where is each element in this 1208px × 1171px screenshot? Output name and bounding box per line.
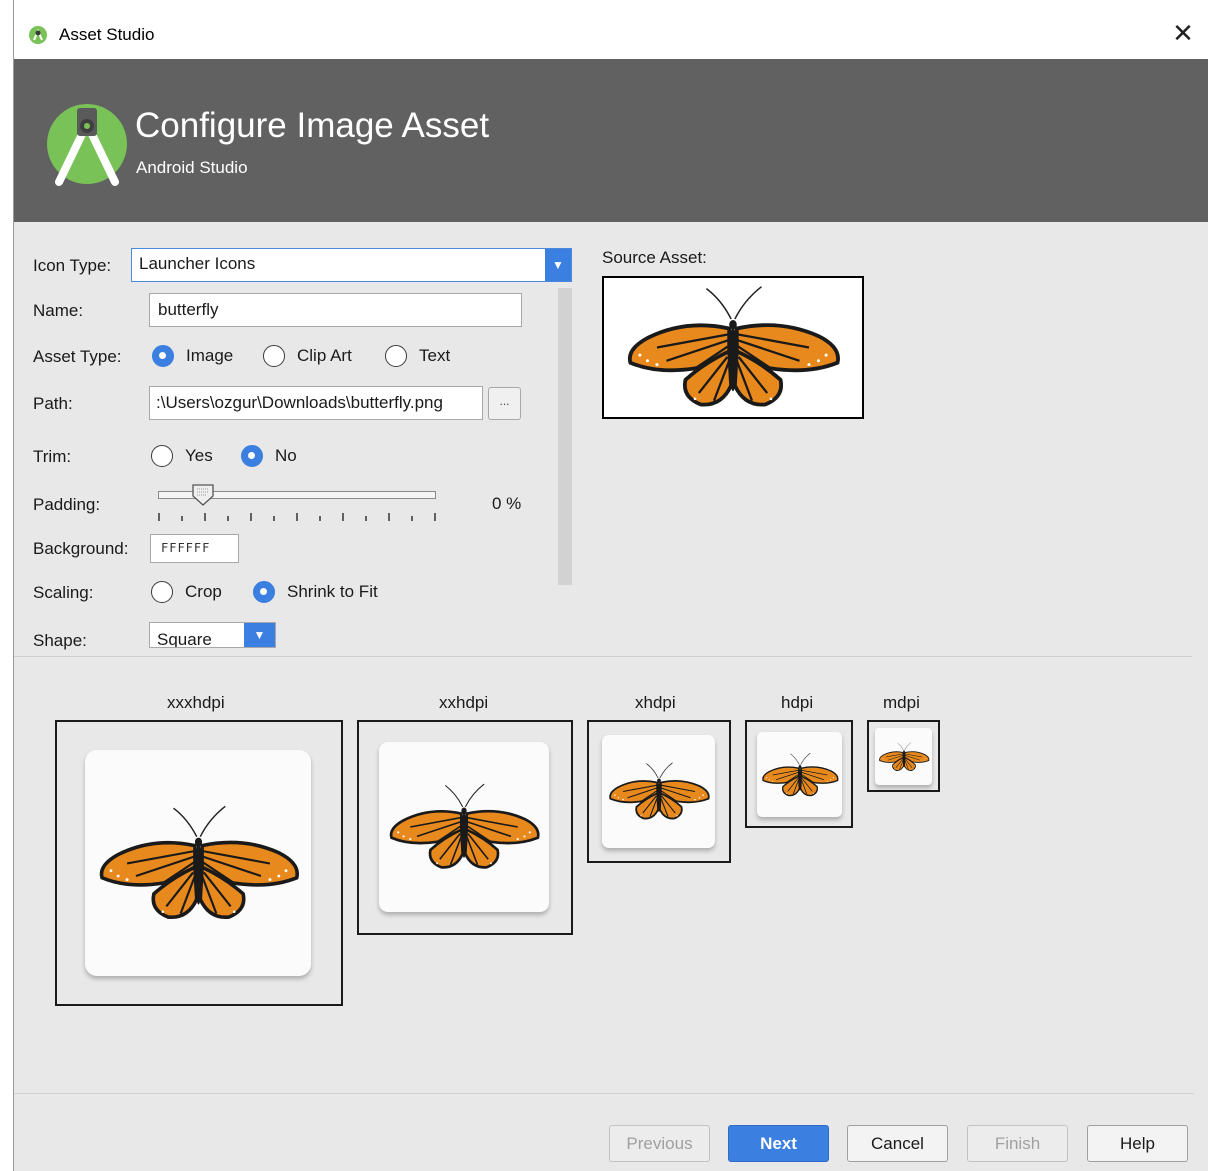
android-studio-app-icon [29, 26, 47, 44]
slider-ticks [158, 513, 436, 521]
icon-card [875, 728, 932, 785]
source-asset-label: Source Asset: [602, 248, 707, 267]
icon-card [602, 735, 715, 848]
help-button[interactable]: Help [1087, 1125, 1188, 1162]
icon-type-value: Launcher Icons [139, 254, 256, 273]
scaling-crop-radio[interactable]: Crop [151, 581, 222, 603]
radio-unselected-icon [385, 345, 407, 367]
butterfly-image [627, 284, 840, 407]
scaling-shrink-radio[interactable]: Shrink to Fit [253, 581, 378, 603]
close-icon[interactable]: ✕ [1168, 18, 1198, 48]
trim-no-radio[interactable]: No [241, 445, 297, 467]
next-button[interactable]: Next [728, 1125, 829, 1162]
radio-selected-icon [241, 445, 263, 467]
asset-type-image-radio[interactable]: Image [152, 345, 233, 367]
butterfly-image [761, 751, 838, 796]
finish-button[interactable]: Finish [967, 1125, 1068, 1162]
preview-xxxhdpi [55, 720, 343, 1006]
radio-unselected-icon [151, 445, 173, 467]
padding-label: Padding: [33, 495, 101, 514]
butterfly-image [389, 782, 540, 869]
trim-yes-label: Yes [185, 446, 213, 465]
asset-type-label: Asset Type: [33, 347, 122, 366]
shape-dropdown[interactable]: Square ▼ [149, 622, 276, 648]
slider-thumb[interactable] [192, 484, 214, 506]
android-studio-logo-icon [47, 104, 127, 186]
trim-yes-radio[interactable]: Yes [151, 445, 213, 467]
chevron-down-icon: ▼ [545, 249, 571, 281]
preview-xxhdpi [357, 720, 573, 935]
density-label-hdpi: hdpi [781, 693, 814, 712]
radio-selected-icon [152, 345, 174, 367]
shape-value: Square [157, 630, 212, 648]
path-label: Path: [33, 394, 73, 413]
density-label-xxhdpi: xxhdpi [439, 693, 489, 712]
background-color-field[interactable]: FFFFFF [150, 534, 239, 563]
preview-xhdpi [587, 720, 731, 863]
scaling-crop-label: Crop [185, 582, 222, 601]
background-label: Background: [33, 539, 129, 558]
name-input[interactable]: butterfly [149, 293, 522, 327]
shape-label: Shape: [33, 631, 87, 650]
name-label: Name: [33, 301, 84, 320]
form-scrollbar[interactable] [558, 288, 572, 585]
icon-card [757, 732, 842, 817]
asset-type-clipart-radio[interactable]: Clip Art [263, 345, 352, 367]
page-subtitle: Android Studio [136, 158, 248, 177]
scaling-label: Scaling: [33, 583, 94, 602]
asset-type-text-radio[interactable]: Text [385, 345, 450, 367]
preview-mdpi [867, 720, 940, 792]
icon-card [379, 742, 549, 912]
title-bar: Asset Studio ✕ [14, 0, 1208, 59]
trim-label: Trim: [33, 447, 72, 466]
window-title: Asset Studio [59, 25, 155, 44]
icon-type-dropdown[interactable]: Launcher Icons ▼ [131, 248, 572, 282]
padding-slider[interactable] [158, 481, 438, 525]
butterfly-image [878, 741, 929, 771]
asset-type-image-label: Image [186, 346, 234, 365]
wizard-header: Configure Image Asset Android Studio [14, 59, 1208, 222]
trim-no-label: No [275, 446, 297, 465]
butterfly-image [99, 804, 299, 919]
browse-button[interactable]: ... [488, 387, 521, 420]
preview-hdpi [745, 720, 853, 828]
density-label-mdpi: mdpi [883, 693, 920, 712]
radio-selected-icon [253, 581, 275, 603]
asset-type-text-label: Text [419, 346, 451, 365]
icon-type-label: Icon Type: [33, 256, 112, 275]
cancel-button[interactable]: Cancel [847, 1125, 948, 1162]
asset-studio-window: Asset Studio ✕ Configure Image Asset And… [13, 0, 1208, 1171]
scaling-shrink-label: Shrink to Fit [287, 582, 378, 601]
icon-card [85, 750, 311, 976]
section-divider [14, 656, 1192, 657]
density-label-xhdpi: xhdpi [635, 693, 676, 712]
density-label-xxxhdpi: xxxhdpi [167, 693, 225, 712]
page-title: Configure Image Asset [135, 106, 490, 145]
source-asset-preview [602, 276, 864, 419]
footer-divider [14, 1093, 1194, 1094]
path-input[interactable]: :\Users\ozgur\Downloads\butterfly.png [149, 386, 483, 420]
butterfly-image [608, 761, 710, 820]
radio-unselected-icon [263, 345, 285, 367]
previous-button[interactable]: Previous [609, 1125, 710, 1162]
chevron-down-icon: ▼ [244, 623, 275, 647]
padding-value: 0 % [492, 494, 522, 513]
radio-unselected-icon [151, 581, 173, 603]
asset-type-clipart-label: Clip Art [297, 346, 352, 365]
